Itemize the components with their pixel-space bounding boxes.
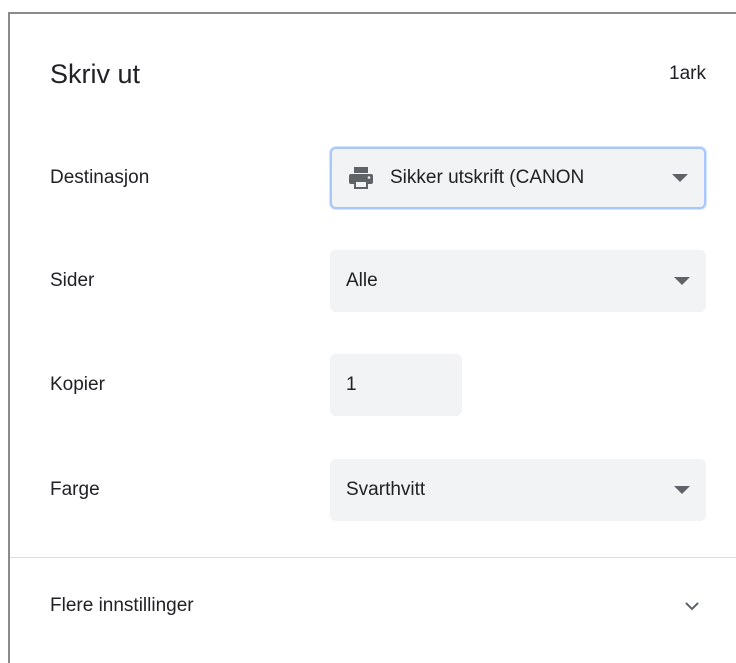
chevron-down-icon — [674, 486, 690, 494]
sheet-count: 1ark — [669, 63, 706, 84]
printer-icon — [346, 165, 376, 191]
color-select[interactable]: Svarthvitt — [330, 459, 706, 521]
print-header: Skriv ut 1ark — [50, 54, 706, 94]
chevron-down-icon — [682, 596, 702, 616]
chevron-down-icon — [672, 174, 688, 182]
print-dialog-window: Skriv ut 1ark Destinasjon Sikker utskrif… — [0, 0, 736, 663]
color-value: Svarthvitt — [346, 479, 426, 500]
section-divider — [10, 557, 736, 558]
pages-row: Sider Alle — [50, 249, 706, 313]
copies-value: 1 — [346, 374, 357, 395]
copies-row: Kopier 1 — [50, 353, 706, 417]
copies-input[interactable]: 1 — [330, 354, 462, 416]
page-title: Skriv ut — [50, 58, 141, 89]
more-settings-toggle[interactable]: Flere innstillinger — [50, 574, 706, 638]
pages-label: Sider — [50, 270, 95, 291]
color-row: Farge Svarthvitt — [50, 458, 706, 522]
pages-select[interactable]: Alle — [330, 250, 706, 312]
destination-select[interactable]: Sikker utskrift (CANON — [330, 147, 706, 209]
print-settings-panel: Skriv ut 1ark Destinasjon Sikker utskrif… — [10, 14, 736, 663]
destination-label: Destinasjon — [50, 167, 150, 188]
color-label: Farge — [50, 479, 100, 500]
chevron-down-icon — [674, 277, 690, 285]
copies-label: Kopier — [50, 374, 105, 395]
more-settings-label: Flere innstillinger — [50, 595, 194, 616]
destination-value: Sikker utskrift (CANON — [390, 167, 585, 188]
destination-row: Destinasjon Sikker utskrift (CANON — [50, 146, 706, 210]
pages-value: Alle — [346, 270, 378, 291]
